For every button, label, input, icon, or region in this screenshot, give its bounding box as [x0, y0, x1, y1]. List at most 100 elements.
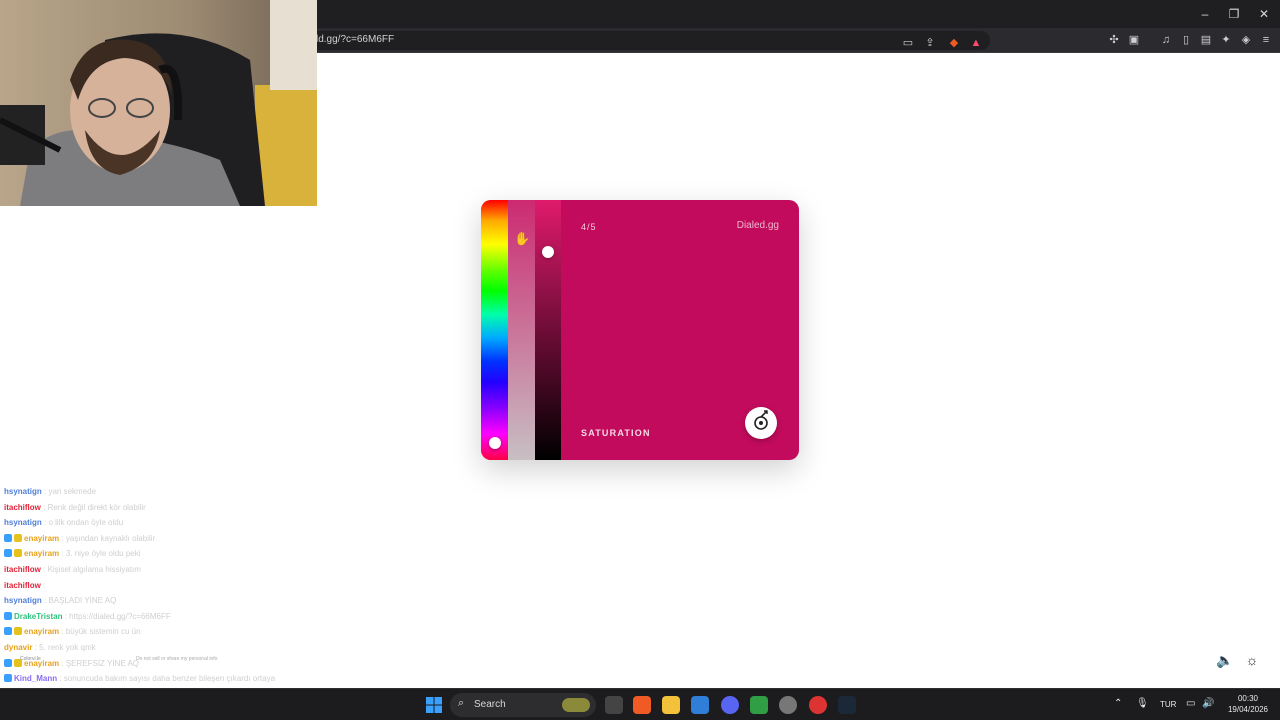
chat-text: Kişisel algılama hissiyatım [47, 565, 141, 574]
close-button[interactable]: ✕ [1255, 6, 1273, 22]
chat-username[interactable]: dynavir [4, 643, 32, 652]
task-view-icon[interactable] [605, 696, 623, 714]
chat-username[interactable]: enayiram [24, 549, 59, 558]
wallet-icon[interactable]: ▣ [1126, 32, 1142, 48]
file-explorer-icon[interactable] [662, 696, 680, 714]
chat-badge-icon [14, 627, 22, 636]
minimize-button[interactable]: – [1196, 6, 1214, 22]
tray-chevron-icon[interactable]: ⌃ [1114, 698, 1122, 709]
brave-shield-icon[interactable]: ◆ [946, 35, 962, 51]
vpn-icon[interactable]: ◈ [1238, 32, 1254, 48]
settings-icon[interactable] [779, 696, 797, 714]
media-icon[interactable]: ♫ [1158, 32, 1174, 48]
submit-button[interactable] [745, 407, 777, 439]
screen: – ❐ ✕ ld.gg/?c=66M6FF ▭ ⇪ ◆ ▲ ✣ ▣ ♫ ▯ ▤ … [0, 0, 1280, 720]
cast-icon[interactable]: ▭ [900, 35, 916, 51]
chat-text: Renk değil direkt kör olabilir [47, 502, 146, 512]
sidebar-icon[interactable]: ▯ [1178, 32, 1194, 48]
app-icon-blue[interactable] [691, 696, 709, 714]
chat-text: BAŞLADI YİNE AQ [48, 596, 117, 606]
lightness-slider[interactable] [535, 200, 561, 460]
language-indicator[interactable]: TUR [1160, 700, 1176, 709]
hue-slider[interactable] [481, 200, 508, 460]
search-label: Search [474, 699, 506, 710]
chat-text: 5. renk yok qmk [39, 643, 96, 652]
step-counter: 4/5 [581, 222, 597, 232]
chat-message: itachiflow : Kişisel algılama hissiyatım [4, 563, 141, 577]
excel-icon[interactable] [750, 696, 768, 714]
chat-username[interactable]: hsynatign [4, 518, 42, 527]
hue-handle[interactable] [489, 437, 501, 449]
chat-text: sonuncuda bakım sayısı daha benzer bileş… [63, 674, 276, 684]
taskbar-search[interactable]: ⌕ Search [450, 693, 596, 717]
brave-app-icon[interactable] [633, 696, 651, 714]
brave-rewards-icon[interactable]: ▲ [968, 35, 984, 51]
theme-icon[interactable]: ☼ [1243, 651, 1261, 669]
chat-badge-icon [4, 658, 12, 667]
chat-message: Kind_Mann : sonuncuda bakım sayısı daha … [4, 672, 275, 686]
chat-username[interactable]: hsynatign [4, 487, 42, 496]
app-icon-red[interactable] [809, 696, 827, 714]
chat-separator: : [40, 565, 48, 574]
webcam-overlay [0, 0, 317, 206]
privacy-link[interactable]: Do not sell or share my personal info [136, 656, 217, 662]
microphone-icon[interactable]: 🎙 [1136, 698, 1149, 709]
chat-badge-icon [4, 611, 12, 620]
restore-button[interactable]: ❐ [1225, 6, 1243, 22]
chat-text: o lilk ondan öyle oldu [48, 518, 124, 528]
chat-badge-icon [4, 533, 12, 542]
clock-date[interactable]: 19/04/2026 [1222, 705, 1274, 714]
chat-username[interactable]: DrakeTristan [14, 612, 62, 621]
chat-username[interactable]: enayiram [24, 627, 59, 636]
wallet-alt-icon[interactable]: ▤ [1198, 32, 1214, 48]
address-bar[interactable]: ld.gg/?c=66M6FF ▭ ⇪ ◆ ▲ [300, 31, 990, 50]
chat-username[interactable]: itachiflow [4, 503, 41, 512]
chat-text: https://dialed.gg/?c=66M6FF [69, 611, 171, 621]
chat-username[interactable]: Kind_Mann [14, 674, 57, 683]
volume-icon[interactable]: 🔊 [1202, 698, 1214, 709]
chat-badge-icon [4, 674, 12, 683]
search-highlight-icon [562, 698, 590, 712]
chat-message: DrakeTristan : https://dialed.gg/?c=66M6… [4, 610, 171, 624]
chat-username[interactable]: hsynatign [4, 596, 42, 605]
chat-separator: : [59, 658, 66, 668]
chat-badge-icon [4, 549, 12, 558]
windows-start-icon[interactable] [425, 696, 443, 714]
target-icon [754, 410, 768, 430]
chat-message: hsynatign : BAŞLADI YİNE AQ [4, 594, 116, 608]
url-text: ld.gg/?c=66M6FF [316, 34, 395, 45]
discord-icon[interactable] [721, 696, 739, 714]
slider-label: SATURATION [581, 428, 651, 438]
clock-time[interactable]: 00:30 [1226, 694, 1270, 703]
chat-badge-icon [14, 533, 22, 542]
webcam-image [0, 0, 317, 206]
lightness-handle[interactable] [542, 246, 554, 258]
chat-message: hsynatign : yan sekmede [4, 485, 96, 499]
chat-separator: : [40, 502, 48, 512]
steam-icon[interactable] [838, 696, 856, 714]
share-icon[interactable]: ⇪ [922, 35, 938, 51]
chat-separator: : [57, 674, 64, 684]
chat-message: enayiram : yaşından kaynaklı olabilir [4, 532, 155, 546]
chat-message: itachiflow : [4, 579, 45, 593]
chat-message: itachiflow : Renk değil direkt kör olabi… [4, 501, 146, 515]
color-picker-card: ✋ 4/5 Dialed.gg SATURATION [481, 200, 799, 460]
menu-icon[interactable]: ≡ [1258, 32, 1274, 48]
chat-text: ŞEREFSİZ YİNE AQ [65, 658, 140, 668]
chat-text: büyük sistemin cu ün [65, 627, 141, 637]
leo-ai-icon[interactable]: ✦ [1218, 32, 1234, 48]
chat-separator: : [59, 549, 66, 559]
chat-username[interactable]: enayiram [24, 534, 59, 543]
extensions-icon[interactable]: ✣ [1106, 32, 1122, 48]
chat-text: yaşından kaynaklı olabilir [65, 533, 156, 543]
chat-message: enayiram : 3. niye öyle oldu peki [4, 547, 141, 561]
chat-username[interactable]: itachiflow [4, 581, 41, 590]
grab-cursor-icon: ✋ [514, 231, 531, 246]
network-icon[interactable]: ▭ [1186, 698, 1195, 709]
chat-message: enayiram : büyük sistemin cu ün [4, 625, 141, 639]
chat-message: dynavir : 5. renk yok qmk [4, 641, 96, 655]
chat-username[interactable]: itachiflow [4, 565, 41, 574]
chat-badge-icon [4, 627, 12, 636]
sound-icon[interactable]: 🔈 [1216, 651, 1234, 669]
brand-label: Dialed.gg [736, 220, 779, 231]
